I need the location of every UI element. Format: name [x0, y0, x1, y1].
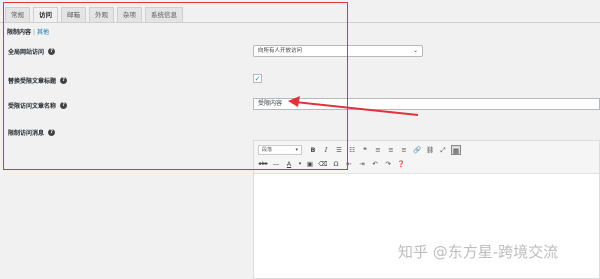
- global-access-select-value: 向所有人开放访问: [258, 48, 303, 54]
- replace-title-label-text: 替换受限文章标题: [8, 78, 57, 85]
- clear-formatting-icon[interactable]: ⌫: [318, 159, 328, 169]
- subtab-other[interactable]: 其他: [37, 29, 49, 36]
- editor-toolbar-row-1: 段落 ▾ B I ☰ ☷ ❝ ≡ ≡ ≡ 🔗 ⛓ ⤢ ▦: [258, 145, 464, 155]
- text-color-icon[interactable]: A: [284, 159, 294, 169]
- tab-misc[interactable]: 杂项: [117, 7, 142, 22]
- bullet-list-icon[interactable]: ☰: [334, 145, 344, 155]
- settings-tabs: 常规 访问 邮箱 外观 杂项 系统信息: [5, 7, 186, 22]
- restricted-title-label: 受限访问文章名称 ?: [8, 101, 68, 110]
- help-icon[interactable]: ?: [48, 48, 56, 55]
- help-icon[interactable]: ?: [60, 102, 68, 109]
- watermark: 知乎 @东方星-跨境交流: [398, 243, 559, 261]
- editor-toolbar-row-2: abc — A ▾ ▣ ⌫ Ω ⇤ ⇥ ↶ ↷ ❓: [258, 159, 409, 169]
- blockquote-icon[interactable]: ❝: [360, 145, 370, 155]
- tabs-divider: [0, 22, 600, 23]
- help-icon[interactable]: ?: [48, 129, 56, 136]
- help-icon[interactable]: ?: [60, 77, 68, 84]
- numbered-list-icon[interactable]: ☷: [347, 145, 357, 155]
- tab-general[interactable]: 常规: [5, 7, 30, 22]
- align-center-icon[interactable]: ≡: [386, 145, 396, 155]
- text-color-dropdown-icon[interactable]: ▾: [297, 159, 303, 169]
- indent-icon[interactable]: ⇥: [357, 159, 367, 169]
- help-icon[interactable]: ❓: [396, 159, 406, 169]
- outdent-icon[interactable]: ⇤: [344, 159, 354, 169]
- format-select-value: 段落: [262, 147, 273, 153]
- restricted-title-input[interactable]: 受限内容: [253, 98, 600, 110]
- tab-appearance[interactable]: 外观: [89, 7, 114, 22]
- subtab-separator: |: [33, 29, 36, 36]
- special-character-icon[interactable]: Ω: [331, 159, 341, 169]
- tab-access[interactable]: 访问: [33, 7, 58, 22]
- tab-email[interactable]: 邮箱: [61, 7, 86, 22]
- paste-text-icon[interactable]: ▣: [305, 159, 315, 169]
- global-access-select[interactable]: 向所有人开放访问 ⌄: [253, 45, 423, 57]
- format-select[interactable]: 段落 ▾: [258, 145, 302, 155]
- replace-title-label: 替换受限文章标题 ?: [8, 76, 68, 85]
- unlink-icon[interactable]: ⛓: [425, 145, 435, 155]
- tab-system-info[interactable]: 系统信息: [145, 7, 183, 22]
- checkmark-icon: ✓: [254, 75, 261, 83]
- editor-content-area[interactable]: [254, 174, 599, 278]
- restricted-message-label-text: 限制访问消息: [8, 130, 45, 137]
- chevron-down-icon: ⌄: [412, 47, 418, 54]
- bold-icon[interactable]: B: [308, 145, 318, 155]
- redo-icon[interactable]: ↷: [383, 159, 393, 169]
- strikethrough-icon[interactable]: abc: [258, 159, 268, 169]
- restricted-message-label: 限制访问消息 ?: [8, 128, 56, 137]
- subtab-restricted-content[interactable]: 限制内容: [7, 29, 31, 36]
- horizontal-line-icon[interactable]: —: [271, 159, 281, 169]
- align-left-icon[interactable]: ≡: [373, 145, 383, 155]
- link-icon[interactable]: 🔗: [412, 145, 422, 155]
- restricted-title-label-text: 受限访问文章名称: [8, 103, 57, 110]
- global-access-label-text: 全局网站访问: [8, 49, 45, 56]
- align-right-icon[interactable]: ≡: [399, 145, 409, 155]
- toolbar-toggle-icon[interactable]: ▦: [451, 145, 461, 155]
- undo-icon[interactable]: ↶: [370, 159, 380, 169]
- chevron-down-icon: ▾: [295, 147, 298, 153]
- fullscreen-icon[interactable]: ⤢: [438, 145, 448, 155]
- italic-icon[interactable]: I: [321, 145, 331, 155]
- settings-page: { "tabs": [ {"label": "常规", "active": fa…: [0, 0, 600, 279]
- subtabs: 限制内容 | 其他: [7, 27, 49, 36]
- replace-title-checkbox[interactable]: ✓: [253, 74, 262, 83]
- editor-toolbar: 段落 ▾ B I ☰ ☷ ❝ ≡ ≡ ≡ 🔗 ⛓ ⤢ ▦ abc — A ▾ ▣…: [254, 141, 599, 174]
- global-access-label: 全局网站访问 ?: [8, 47, 56, 56]
